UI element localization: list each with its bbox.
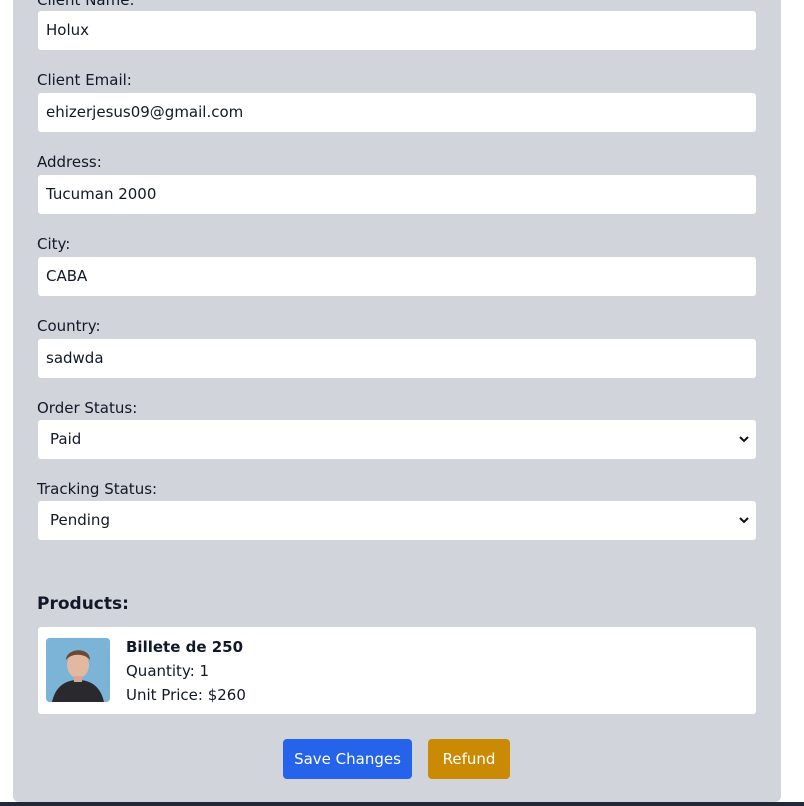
order-status-select[interactable]: Paid <box>37 419 757 460</box>
country-label: Country: <box>37 317 101 335</box>
tracking-status-value: Pending <box>50 511 110 529</box>
chevron-down-icon <box>738 501 750 540</box>
refund-button[interactable]: Refund <box>428 739 510 779</box>
address-field[interactable]: Tucuman 2000 <box>37 174 757 215</box>
city-label: City: <box>37 235 71 253</box>
order-status-label: Order Status: <box>37 399 138 417</box>
client-name-field[interactable]: Holux <box>37 10 757 51</box>
city-field[interactable]: CABA <box>37 256 757 297</box>
product-unit-price: Unit Price: $260 <box>126 686 246 704</box>
product-quantity: Quantity: 1 <box>126 662 210 680</box>
products-heading: Products: <box>37 594 129 614</box>
product-image <box>46 638 110 702</box>
address-label: Address: <box>37 153 102 171</box>
client-email-label: Client Email: <box>37 71 132 89</box>
client-email-field[interactable]: ehizerjesus09@gmail.com <box>37 92 757 133</box>
order-status-value: Paid <box>50 430 82 448</box>
save-changes-button[interactable]: Save Changes <box>283 739 412 779</box>
product-card: Billete de 250 Quantity: 1 Unit Price: $… <box>37 626 757 715</box>
client-name-label: Client Name: <box>37 0 135 9</box>
tracking-status-select[interactable]: Pending <box>37 500 757 541</box>
window-bottom-edge <box>0 802 804 806</box>
country-field[interactable]: sadwda <box>37 338 757 379</box>
tracking-status-label: Tracking Status: <box>37 480 158 498</box>
product-name: Billete de 250 <box>126 638 244 656</box>
chevron-down-icon <box>738 420 750 459</box>
